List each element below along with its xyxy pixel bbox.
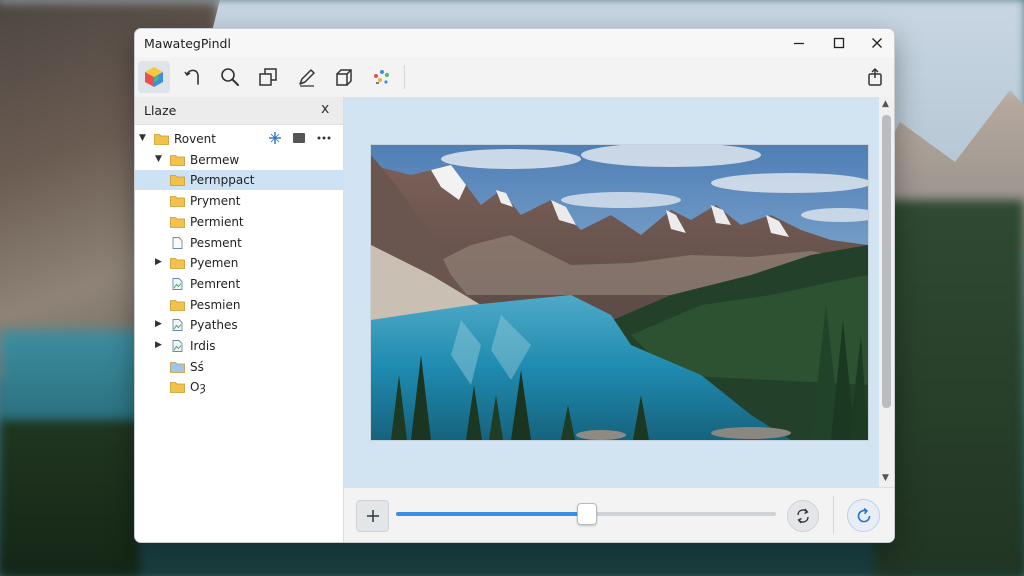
scroll-thumb[interactable] — [882, 115, 891, 408]
tree-item-label: Bermew — [190, 152, 240, 167]
maximize-button[interactable] — [825, 33, 853, 53]
box-icon — [336, 69, 352, 86]
sparkle-tool-button[interactable] — [366, 61, 398, 93]
folder-icon — [154, 133, 169, 145]
pen-tool-button[interactable] — [291, 61, 323, 93]
tree-item[interactable]: ▶ Irdis — [135, 336, 343, 356]
image-file-icon — [170, 340, 185, 352]
sidebar-header: Llaze x — [135, 97, 343, 125]
folder-icon — [170, 361, 185, 373]
tree-item-label: Permppact — [190, 173, 255, 188]
tree-item-label: Pyathes — [190, 318, 238, 333]
chevron-down-icon[interactable]: ▼ — [139, 133, 146, 143]
plus-icon — [366, 510, 379, 522]
share-icon — [868, 67, 882, 86]
zoom-in-button[interactable] — [356, 500, 389, 532]
slider-fill — [396, 512, 586, 516]
close-icon — [872, 38, 882, 48]
add-sparkle-icon[interactable] — [268, 131, 282, 145]
rotate-button[interactable] — [787, 500, 819, 532]
vertical-scrollbar[interactable]: ▲ ▼ — [879, 97, 894, 487]
toolbar — [135, 57, 894, 98]
folder-icon — [170, 216, 185, 228]
folder-icon — [170, 195, 185, 207]
scroll-down-arrow-icon[interactable]: ▼ — [882, 473, 889, 483]
zoom-tool-button[interactable] — [214, 61, 246, 93]
crop-tool-button[interactable] — [252, 61, 284, 93]
more-icon[interactable] — [316, 131, 332, 145]
folder-icon — [170, 381, 185, 394]
slider-thumb[interactable] — [577, 503, 597, 525]
panel-icon[interactable] — [292, 131, 306, 145]
tree-item[interactable]: Oȝ — [135, 377, 343, 397]
layers-sidebar: Llaze x ▼ Rovent ▼ Bermew Permppact Pryment Pe… — [135, 97, 344, 542]
title-bar: MawategPindl — [135, 29, 894, 57]
tree-item-label: Pemrent — [190, 276, 241, 291]
pen-icon — [299, 69, 315, 87]
hook-arrow-icon — [184, 69, 199, 85]
image-file-icon — [170, 319, 185, 332]
bottom-bar — [344, 487, 894, 542]
share-button[interactable] — [859, 61, 891, 93]
folder-icon — [170, 299, 185, 311]
tree-row-actions — [268, 131, 332, 145]
app-window: MawategPindl Llaze x ▼ Rovent ▼ Bermew P… — [134, 28, 895, 543]
box-tool-button[interactable] — [328, 61, 360, 93]
tree-item-label: Sś — [190, 359, 204, 374]
chevron-down-icon[interactable]: ▼ — [155, 154, 162, 164]
tree-item[interactable]: Pryment — [135, 191, 343, 211]
scroll-up-arrow-icon[interactable]: ▲ — [882, 99, 889, 109]
chevron-right-icon[interactable]: ▶ — [155, 340, 162, 350]
rotate-arrows-icon — [797, 508, 809, 524]
folder-icon — [170, 257, 185, 270]
chevron-right-icon[interactable]: ▶ — [155, 319, 162, 329]
mountain-lake-image — [371, 145, 868, 440]
tree-item-label: Rovent — [174, 132, 216, 146]
folder-icon — [170, 174, 185, 187]
tree-item-label: Permient — [190, 214, 244, 229]
folder-icon — [170, 154, 185, 166]
tree-item[interactable]: ▼ Rovent — [135, 129, 343, 149]
tree-item[interactable]: Sś — [135, 357, 343, 377]
tree-item[interactable]: Pesmien — [135, 295, 343, 315]
zoom-icon — [221, 68, 239, 86]
tree-item[interactable]: Permppact — [135, 170, 343, 191]
bottom-bar-separator — [833, 496, 834, 534]
image-canvas[interactable] — [344, 97, 879, 487]
tree-item-label: Pryment — [190, 194, 241, 209]
tree-item[interactable]: Permient — [135, 212, 343, 232]
tree-item-label: Pesmien — [190, 297, 241, 312]
tree-item-label: Oȝ — [190, 380, 206, 395]
reset-view-button[interactable] — [847, 499, 880, 532]
hook-tool-button[interactable] — [177, 61, 209, 93]
close-button[interactable] — [863, 33, 891, 53]
refresh-icon — [857, 507, 870, 522]
tree-item-label: Irdis — [190, 339, 216, 353]
chevron-right-icon[interactable]: ▶ — [155, 257, 162, 267]
maximize-icon — [833, 37, 845, 49]
tree-item[interactable]: ▼ Bermew — [135, 150, 343, 170]
file-icon — [170, 236, 185, 249]
tree-item-label: Pyemen — [190, 256, 239, 271]
tree-item[interactable]: ▶ Pyemen — [135, 253, 343, 273]
tree-item-label: Pesment — [190, 235, 242, 250]
color-cube-tool-button[interactable] — [138, 61, 170, 93]
sidebar-close-button[interactable]: x — [321, 101, 329, 117]
crop-icon — [259, 68, 277, 86]
sparkle-dots-icon — [374, 70, 389, 84]
tree-item[interactable]: ▶ Pyathes — [135, 315, 343, 335]
tree-item[interactable]: Pemrent — [135, 274, 343, 294]
sidebar-title: Llaze — [144, 103, 177, 118]
color-cube-icon — [145, 67, 163, 87]
tree-item[interactable]: Pesment — [135, 233, 343, 253]
minimize-button[interactable] — [785, 33, 813, 53]
minimize-icon — [794, 42, 804, 45]
image-file-icon — [170, 277, 185, 290]
zoom-slider[interactable] — [396, 503, 776, 525]
landscape-photo — [371, 145, 868, 440]
toolbar-separator — [404, 65, 405, 89]
window-title: MawategPindl — [144, 36, 231, 51]
